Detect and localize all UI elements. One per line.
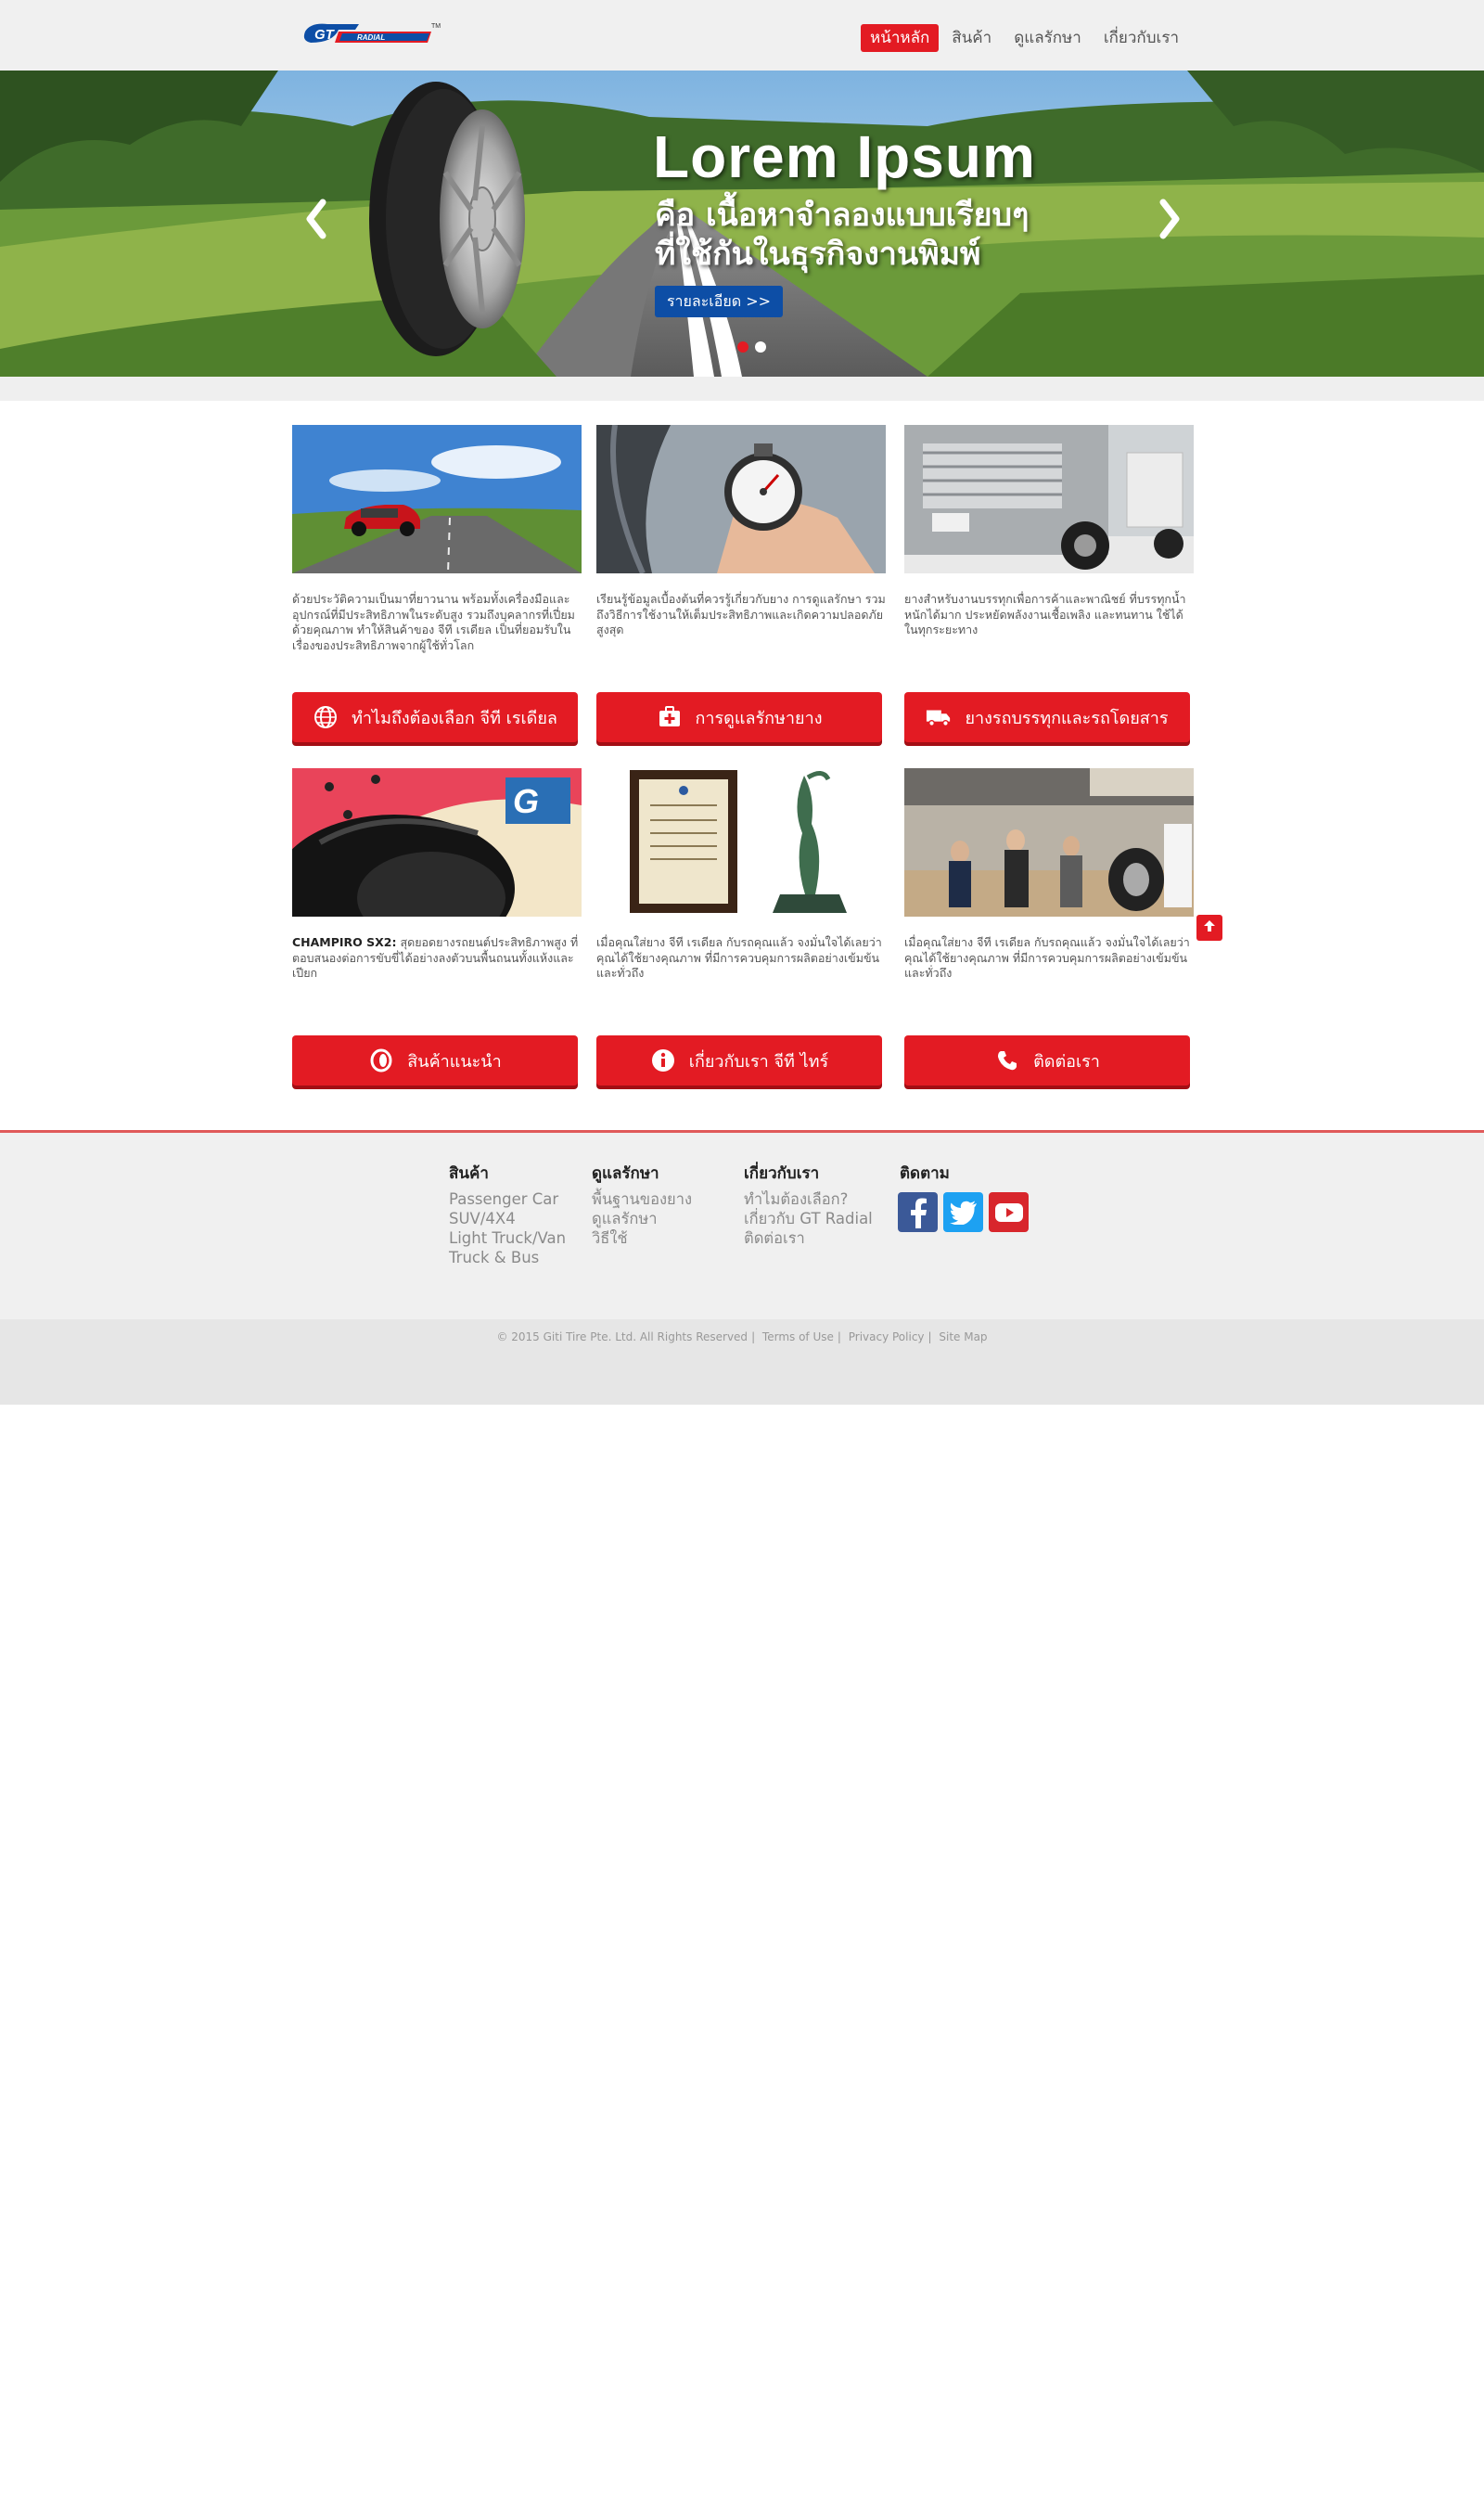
slider-dot-2[interactable] [737,341,748,353]
pressure-gauge-image [596,425,886,573]
why-gt-button[interactable]: ทำไมถึงต้องเลือก จีที เรเดียล [292,692,578,742]
truck-image [904,425,1194,573]
footer-link-tire-basics[interactable]: พื้นฐานของยาง [592,1189,692,1209]
trade-show-image [904,768,1194,917]
globe-icon [313,704,339,730]
footer-follow: ติดตาม [900,1161,950,1189]
card-description: ยางสำหรับงานบรรทุกเพื่อการค้าและพาณิชย์ … [904,592,1186,636]
award-image [596,768,886,917]
slider-dots [720,341,766,353]
card-tire-care: เรียนรู้ข้อมูลเบื้องต้นที่ควรรู้เกี่ยวกั… [596,425,886,685]
card-about-gt: เมื่อคุณใส่ยาง จีที เรเดียล กับรถคุณแล้ว… [596,768,886,1028]
tire-icon [368,1047,394,1073]
svg-text:GT: GT [314,27,336,43]
slider-dot-1[interactable] [720,341,731,353]
nav-care[interactable]: ดูแลรักษา [1004,24,1091,52]
footer-link-passenger-car[interactable]: Passenger Car [449,1189,566,1209]
hero-prev-arrow[interactable] [297,191,334,247]
recommended-label: สินค้าแนะนำ [407,1051,502,1072]
hero-subtitle: คือ เนื้อหาจำลองแบบเรียบๆ ที่ใช้กันในธุร… [655,196,1029,274]
about-gt-button[interactable]: เกี่ยวกับเรา จีที ไทร์ [596,1035,882,1086]
card-recommended: G CHAMPIRO SX2: สุดยอดยางรถยนต์ประสิทธิภ… [292,768,582,1028]
card-description: เรียนรู้ข้อมูลเบื้องต้นที่ควรรู้เกี่ยวกั… [596,592,886,636]
copyright-text: © 2015 Giti Tire Pte. Ltd. All Rights Re… [496,1330,748,1343]
card-description: เมื่อคุณใส่ยาง จีที เรเดียล กับรถคุณแล้ว… [904,935,1190,980]
youtube-icon[interactable] [989,1192,1029,1232]
card-description-bold: CHAMPIRO SX2: [292,935,397,949]
nav-home[interactable]: หน้าหลัก [861,24,940,52]
copyright-line: © 2015 Giti Tire Pte. Ltd. All Rights Re… [496,1330,988,1343]
hero-bottom-strip [0,377,1484,401]
footer-follow-title: ติดตาม [900,1164,950,1183]
hero-slider: Lorem Ipsum คือ เนื้อหาจำลองแบบเรียบๆ ที… [0,71,1484,377]
card-description: เมื่อคุณใส่ยาง จีที เรเดียล กับรถคุณแล้ว… [596,935,882,980]
footer-link-why-choose[interactable]: ทำไมต้องเลือก? [744,1189,873,1209]
main-nav: หน้าหลัก สินค้า ดูแลรักษา เกี่ยวกับเรา [861,24,1188,52]
footer-products: สินค้า Passenger Car SUV/4X4 Light Truck… [449,1161,566,1267]
header: GT RADIAL TM หน้าหลัก สินค้า ดูแลรักษา เ… [0,0,1484,71]
hero-next-arrow[interactable] [1152,191,1189,247]
copyright-bar: © 2015 Giti Tire Pte. Ltd. All Rights Re… [0,1319,1484,1405]
footer-care: ดูแลรักษา พื้นฐานของยาง ดูแลรักษา วิธีใช… [592,1161,692,1248]
gt-radial-logo[interactable]: GT RADIAL TM [301,20,442,50]
nav-about[interactable]: เกี่ยวกับเรา [1094,24,1188,52]
footer-link-how-to[interactable]: วิธีใช้ [592,1228,692,1248]
footer-link-about-gt[interactable]: เกี่ยวกับ GT Radial [744,1209,873,1228]
card-why-gt: ด้วยประวัติความเป็นมาที่ยาวนาน พร้อมทั้ง… [292,425,582,685]
twitter-icon[interactable] [943,1192,983,1232]
recommended-button[interactable]: สินค้าแนะนำ [292,1035,578,1086]
tire-care-button[interactable]: การดูแลรักษายาง [596,692,882,742]
phone-icon [994,1047,1020,1073]
about-gt-label: เกี่ยวกับเรา จีที ไทร์ [688,1051,829,1072]
truck-icon [926,704,952,730]
social-links [898,1192,1029,1232]
footer-care-title: ดูแลรักษา [592,1164,659,1183]
first-aid-icon [657,704,683,730]
race-car-tire-image: G [292,768,582,917]
footer-link-light-truck[interactable]: Light Truck/Van [449,1228,566,1248]
footer-about: เกี่ยวกับเรา ทำไมต้องเลือก? เกี่ยวกับ GT… [744,1161,873,1248]
terms-link[interactable]: Terms of Use [762,1330,834,1343]
footer-about-title: เกี่ยวกับเรา [744,1164,820,1183]
card-description: CHAMPIRO SX2: สุดยอดยางรถยนต์ประสิทธิภาพ… [292,935,582,1028]
hero-subtitle-line1: คือ เนื้อหาจำลองแบบเรียบๆ [655,197,1030,234]
footer-link-truck-bus[interactable]: Truck & Bus [449,1248,566,1267]
scroll-to-top-button[interactable] [1196,915,1222,941]
contact-button[interactable]: ติดต่อเรา [904,1035,1190,1086]
footer-link-suv[interactable]: SUV/4X4 [449,1209,566,1228]
info-icon [650,1047,676,1073]
truck-bus-label: ยางรถบรรทุกและรถโดยสาร [965,708,1169,728]
card-contact: เมื่อคุณใส่ยาง จีที เรเดียล กับรถคุณแล้ว… [904,768,1194,1028]
footer-link-contact[interactable]: ติดต่อเรา [744,1228,873,1248]
svg-text:G: G [513,782,539,820]
car-on-road-image [292,425,582,573]
tire-care-label: การดูแลรักษายาง [695,708,823,728]
hero-subtitle-line2: ที่ใช้กันในธุรกิจงานพิมพ์ [655,236,981,273]
card-description: ด้วยประวัติความเป็นมาที่ยาวนาน พร้อมทั้ง… [292,592,575,652]
card-truck-bus: ยางสำหรับงานบรรทุกเพื่อการค้าและพาณิชย์ … [904,425,1194,685]
hero-details-button[interactable]: รายละเอียด >> [655,286,783,317]
why-gt-label: ทำไมถึงต้องเลือก จีที เรเดียล [352,708,557,728]
arrow-up-icon [1202,918,1217,937]
svg-text:TM: TM [431,23,441,30]
hero-title: Lorem Ipsum [653,123,1036,190]
nav-products[interactable]: สินค้า [942,24,1001,52]
truck-bus-button[interactable]: ยางรถบรรทุกและรถโดยสาร [904,692,1190,742]
svg-text:RADIAL: RADIAL [357,33,385,42]
footer-link-care[interactable]: ดูแลรักษา [592,1209,692,1228]
facebook-icon[interactable] [898,1192,938,1232]
slider-dot-3[interactable] [755,341,766,353]
footer-products-title: สินค้า [449,1164,489,1183]
footer: สินค้า Passenger Car SUV/4X4 Light Truck… [0,1130,1484,1319]
sitemap-link[interactable]: Site Map [939,1330,987,1343]
privacy-link[interactable]: Privacy Policy [849,1330,925,1343]
contact-label: ติดต่อเรา [1033,1051,1100,1072]
